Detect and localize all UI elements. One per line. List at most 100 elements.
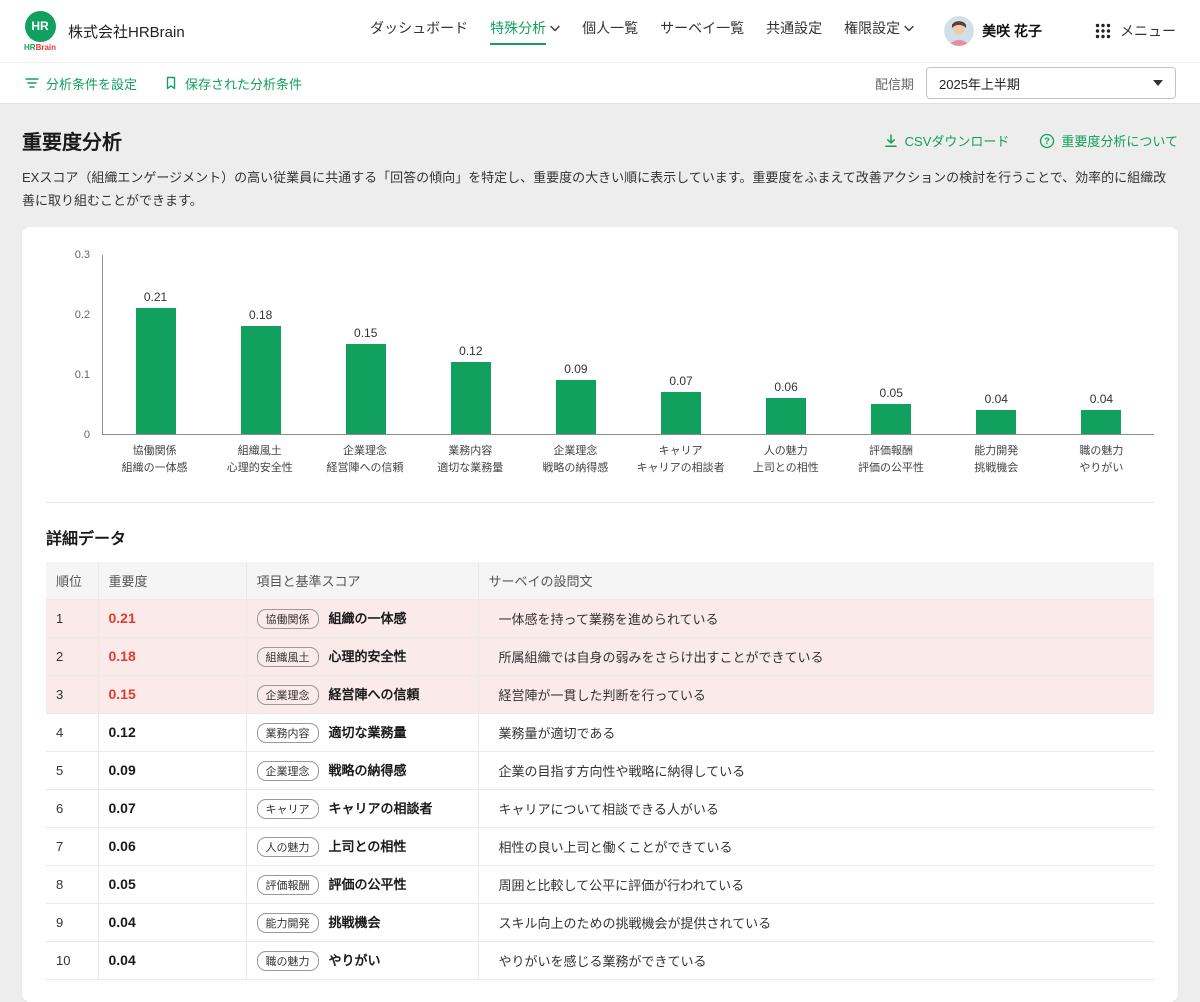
- bar: [766, 397, 807, 434]
- importance-value: 0.12: [108, 724, 136, 741]
- item-name: 評価の公平性: [328, 876, 407, 892]
- item-name: キャリアの相談者: [328, 800, 433, 816]
- about-importance-analysis-link[interactable]: ? 重要度分析について: [1039, 131, 1178, 150]
- rank-cell: 9: [46, 903, 99, 942]
- y-tick-label: 0: [83, 428, 90, 441]
- item-name: 上司との相性: [328, 838, 407, 854]
- nav-item-権限設定[interactable]: 権限設定: [844, 18, 914, 45]
- nav-item-サーベイ一覧[interactable]: サーベイ一覧: [660, 18, 744, 45]
- table-row: 2 0.18 組織風土 心理的安全性 所属組織では自身の弱みをさらけ出すことができている: [46, 637, 1154, 676]
- item-cell: 人の魅力 上司との相性: [246, 827, 479, 866]
- category-badge: 業務内容: [256, 722, 319, 743]
- table-column-header: 重要度: [98, 561, 247, 600]
- item-name: 組織の一体感: [328, 610, 407, 626]
- x-axis-label: 人の魅力 上司との相性: [752, 444, 819, 475]
- chart-column: 0.07: [628, 255, 733, 434]
- nav-item-共通設定[interactable]: 共通設定: [766, 18, 822, 45]
- bar: [450, 361, 491, 434]
- rank-cell: 1: [46, 599, 99, 638]
- question-cell: スキル向上のための挑戦機会が提供されている: [478, 903, 1154, 942]
- nav-item-label: サーベイ一覧: [660, 19, 745, 36]
- bar-value-label: 0.05: [879, 385, 903, 400]
- main-content: 重要度分析 CSVダウンロード ? 重要度分析について EXスコア（組織エンゲー…: [0, 104, 1200, 1002]
- table-row: 5 0.09 企業理念 戦略の納得感 企業の目指す方向性や戦略に納得している: [46, 751, 1154, 790]
- hrbrain-logo[interactable]: HR HRBrain: [24, 10, 56, 52]
- user-name: 美咲 花子: [982, 23, 1042, 39]
- importance-value: 0.05: [108, 876, 136, 893]
- period-select[interactable]: 2025年上半期: [926, 67, 1176, 99]
- details-table-head-row: 順位 重要度 項目と基準スコア サーベイの設問文: [46, 561, 1154, 600]
- table-column-header: サーベイの設問文: [478, 561, 1154, 600]
- company-name: 株式会社HRBrain: [68, 23, 185, 41]
- rank-cell: 5: [46, 751, 99, 790]
- nav-item-ダッシュボード[interactable]: ダッシュボード: [370, 18, 468, 45]
- user-menu[interactable]: 美咲 花子: [944, 16, 1042, 46]
- details-table-body: 1 0.21 協働関係 組織の一体感 一体感を持って業務を進められている 2 0.18 組織風…: [46, 599, 1154, 980]
- x-axis-label: 評価報酬 評価の公平性: [858, 444, 925, 475]
- apps-menu-button[interactable]: メニュー: [1094, 21, 1176, 41]
- importance-value: 0.09: [108, 762, 136, 779]
- nav-item-label: ダッシュボード: [370, 19, 469, 36]
- item-cell: 能力開発 挑戦機会: [246, 903, 479, 942]
- category-badge: 人の魅力: [256, 836, 319, 857]
- item-cell: 協働関係 組織の一体感: [246, 599, 479, 638]
- page-title: 重要度分析: [22, 132, 122, 154]
- importance-cell: 0.12: [98, 713, 247, 752]
- analysis-card: 0 0.1 0.2 0.3 0.21 0.18 0.15 0.12 0.09 0.07 0.06 0…: [22, 226, 1178, 1002]
- item-cell: 企業理念 戦略の納得感: [246, 751, 479, 790]
- user-avatar: [944, 16, 975, 46]
- nav-item-label: 共通設定: [766, 19, 823, 36]
- bar: [135, 307, 176, 434]
- table-row: 1 0.21 協働関係 組織の一体感 一体感を持って業務を進められている: [46, 599, 1154, 638]
- importance-cell: 0.09: [98, 751, 247, 790]
- period-select-value: 2025年上半期: [939, 76, 1020, 92]
- bar-value-label: 0.09: [564, 361, 588, 376]
- chart-column: 0.15: [313, 255, 418, 434]
- importance-value: 0.07: [108, 800, 136, 817]
- chevron-down-icon: [904, 25, 914, 32]
- category-badge: 職の魅力: [256, 950, 319, 971]
- item-cell: キャリア キャリアの相談者: [246, 789, 479, 828]
- download-icon: [883, 133, 899, 149]
- table-row: 6 0.07 キャリア キャリアの相談者 キャリアについて相談できる人がいる: [46, 789, 1154, 828]
- logo-circle: HR: [24, 10, 56, 42]
- bar: [1081, 409, 1122, 434]
- svg-text:?: ?: [1045, 136, 1051, 146]
- importance-bar-chart: 0 0.1 0.2 0.3 0.21 0.18 0.15 0.12 0.09 0.07 0.06 0…: [46, 249, 1154, 478]
- table-row: 7 0.06 人の魅力 上司との相性 相性の良い上司と働くことができている: [46, 827, 1154, 866]
- bar: [345, 343, 386, 434]
- chart-column: 0.04: [1049, 255, 1154, 434]
- bar: [976, 409, 1017, 434]
- y-tick-label: 0.2: [74, 308, 90, 321]
- x-axis-label: 企業理念 戦略の納得感: [542, 444, 609, 475]
- chart-column: 0.21: [103, 255, 208, 434]
- set-analysis-conditions-label: 分析条件を設定: [46, 76, 138, 92]
- importance-value: 0.04: [108, 952, 136, 969]
- question-cell: 業務量が適切である: [478, 713, 1154, 752]
- table-column-header: 項目と基準スコア: [246, 561, 479, 600]
- nav-item-label: 個人一覧: [582, 19, 639, 36]
- chart-column: 0.12: [418, 255, 523, 434]
- x-axis-label: 能力開発 挑戦機会: [974, 444, 1019, 475]
- item-name: 経営陣への信頼: [328, 686, 420, 702]
- set-analysis-conditions-button[interactable]: 分析条件を設定: [24, 74, 137, 93]
- category-badge: キャリア: [256, 798, 319, 819]
- importance-value: 0.15: [108, 686, 136, 703]
- nav-item-特殊分析[interactable]: 特殊分析: [490, 18, 560, 45]
- saved-analysis-conditions-button[interactable]: 保存された分析条件: [163, 74, 302, 93]
- importance-cell: 0.18: [98, 637, 247, 676]
- question-cell: 経営陣が一貫した判断を行っている: [478, 675, 1154, 714]
- rank-cell: 7: [46, 827, 99, 866]
- item-name: 適切な業務量: [328, 724, 407, 740]
- bar: [871, 403, 912, 434]
- importance-cell: 0.06: [98, 827, 247, 866]
- importance-value: 0.18: [108, 648, 136, 665]
- item-cell: 評価報酬 評価の公平性: [246, 865, 479, 904]
- category-badge: 能力開発: [256, 912, 319, 933]
- table-row: 10 0.04 職の魅力 やりがい やりがいを感じる業務ができている: [46, 941, 1154, 980]
- chart-x-labels: 協働関係 組織の一体感 組織風土 心理的安全性 企業理念 経営陣への信頼 業務内容 適切な業務…: [102, 443, 1154, 478]
- nav-item-個人一覧[interactable]: 個人一覧: [582, 18, 638, 45]
- nav-item-label: 権限設定: [844, 19, 901, 36]
- item-name: やりがい: [328, 952, 381, 968]
- csv-download-button[interactable]: CSVダウンロード: [883, 131, 1009, 150]
